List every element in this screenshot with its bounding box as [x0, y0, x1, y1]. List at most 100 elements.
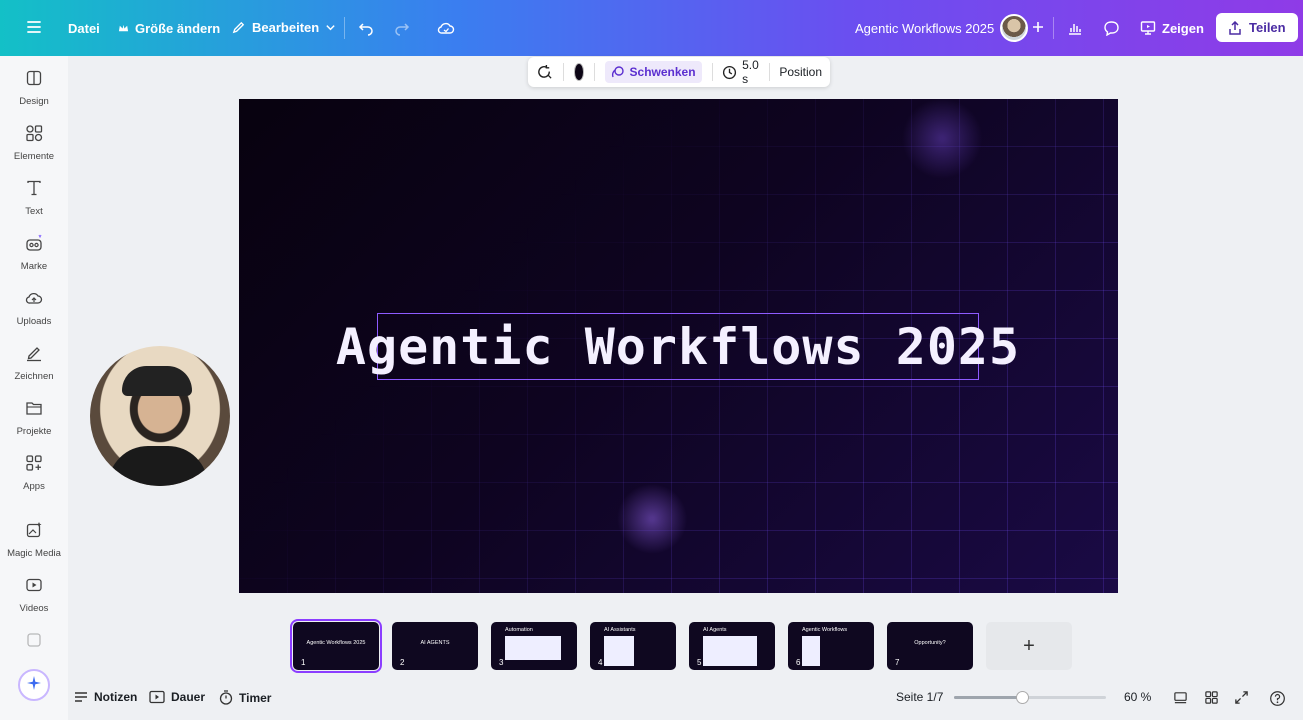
- undo-icon[interactable]: [358, 20, 374, 36]
- magic-media-icon: [25, 521, 43, 542]
- thumbnail-number: 4: [598, 658, 603, 667]
- animation-label: Schwenken: [629, 65, 696, 79]
- page-view-icon[interactable]: [1173, 690, 1188, 705]
- present-icon: [1140, 20, 1156, 36]
- share-button[interactable]: Teilen: [1216, 13, 1298, 42]
- sidebar-item-label: Magic Media: [7, 548, 61, 559]
- sidebar-item-label: Zeichnen: [14, 371, 54, 382]
- cloud-save-icon[interactable]: [437, 20, 455, 36]
- webcam-person-cap: [122, 366, 192, 396]
- animation-button[interactable]: Schwenken: [604, 61, 702, 83]
- sidebar-item-label: Projekte: [16, 426, 52, 437]
- duration-toggle-label: Dauer: [171, 690, 206, 704]
- ctx-divider: [563, 63, 564, 81]
- element-context-toolbar: Schwenken 5.0 s Position: [528, 57, 830, 87]
- thumbnail-preview: [505, 636, 561, 660]
- thumbnail-preview: [703, 636, 757, 666]
- thumbnail-title: Automation: [505, 627, 533, 633]
- slide-thumbnail[interactable]: Agentic Workflows 6: [788, 622, 874, 670]
- hamburger-icon[interactable]: [26, 19, 42, 35]
- thumbnail-number: 5: [697, 658, 702, 667]
- add-collaborator-icon[interactable]: [1031, 20, 1045, 34]
- brand-icon: [25, 234, 43, 255]
- project-title[interactable]: Agentic Workflows 2025: [855, 21, 994, 36]
- zoom-level[interactable]: 60 %: [1124, 690, 1151, 704]
- fullscreen-icon[interactable]: [1234, 690, 1249, 705]
- shapes-icon: [25, 124, 43, 145]
- duration-toggle-button[interactable]: Dauer: [149, 690, 205, 704]
- slide-thumbnail[interactable]: Agentic Workflows 2025 1: [290, 619, 382, 673]
- comment-icon[interactable]: [1103, 20, 1120, 36]
- avatar[interactable]: [1000, 14, 1028, 42]
- edit-mode-button[interactable]: Bearbeiten: [231, 20, 336, 35]
- slide-thumbnail[interactable]: AI Assistants 4: [590, 622, 676, 670]
- sidebar-item-label: Uploads: [16, 316, 52, 327]
- duration-button[interactable]: 5.0 s: [722, 58, 759, 86]
- page-indicator[interactable]: Seite 1/7: [896, 690, 943, 704]
- thumbnail-number: 7: [895, 658, 900, 667]
- apps-icon: [25, 454, 43, 475]
- sidebar-item-design[interactable]: Design: [0, 69, 68, 107]
- slide-thumbnail[interactable]: Automation 3: [491, 622, 577, 670]
- zoom-slider-fill: [954, 696, 1023, 699]
- sidebar-item-projects[interactable]: Projekte: [0, 399, 68, 437]
- sidebar-item-draw[interactable]: Zeichnen: [0, 344, 68, 382]
- slide-title[interactable]: Agentic Workflows 2025: [336, 318, 1020, 376]
- animation-icon: [611, 65, 625, 79]
- draw-icon: [25, 344, 43, 365]
- present-button[interactable]: Zeigen: [1140, 20, 1204, 36]
- help-icon[interactable]: [1269, 690, 1286, 707]
- resize-button[interactable]: Größe ändern: [118, 21, 220, 36]
- thumbnail-title: Opportunity?: [914, 640, 946, 646]
- thumbnail-title: Agentic Workflows: [802, 627, 848, 633]
- sidebar-item-uploads[interactable]: Uploads: [0, 289, 68, 327]
- sidebar-item-apps[interactable]: Apps: [0, 454, 68, 492]
- clock-icon: [722, 65, 737, 80]
- notes-button[interactable]: Notizen: [74, 690, 137, 704]
- sidebar-item-magic-media[interactable]: Magic Media: [0, 521, 68, 559]
- slide-thumbnail[interactable]: AI Agents 5: [689, 622, 775, 670]
- sidebar-item-brand[interactable]: Marke: [0, 234, 68, 272]
- timer-button[interactable]: Timer: [219, 690, 271, 705]
- grid-view-icon[interactable]: [1204, 690, 1219, 705]
- play-box-icon: [149, 690, 165, 704]
- sidebar-item-label: Apps: [23, 481, 45, 492]
- position-button[interactable]: Position: [779, 65, 822, 79]
- sidebar-item-text[interactable]: Text: [0, 179, 68, 217]
- slide-thumbnail[interactable]: Opportunity? 7: [887, 622, 973, 670]
- notes-icon: [74, 690, 88, 704]
- position-label: Position: [779, 65, 823, 79]
- slide-title-selection[interactable]: Agentic Workflows 2025: [336, 313, 1019, 380]
- slide-canvas[interactable]: Agentic Workflows 2025: [239, 99, 1118, 593]
- toolbar-divider: [344, 17, 345, 39]
- thumbnail-title: Agentic Workflows 2025: [306, 640, 366, 646]
- sidebar-item-elements[interactable]: Elemente: [0, 124, 68, 162]
- add-slide-button[interactable]: +: [986, 622, 1072, 670]
- insights-chart-icon[interactable]: [1067, 20, 1083, 36]
- sidebar-item-more[interactable]: [0, 631, 68, 652]
- crown-icon: [118, 23, 129, 34]
- edit-mode-label: Bearbeiten: [252, 20, 320, 35]
- replace-animation-icon[interactable]: [536, 64, 553, 81]
- redo-icon[interactable]: [394, 20, 410, 36]
- color-swatch[interactable]: [573, 63, 584, 81]
- pencil-icon: [231, 20, 246, 35]
- zoom-slider[interactable]: [954, 691, 1106, 704]
- bottom-bar: Notizen Dauer Timer Seite 1/7 60 %: [0, 680, 1303, 720]
- thumbnail-number: 6: [796, 658, 801, 667]
- slide-thumbnail[interactable]: AI AGENTS 2: [392, 622, 478, 670]
- sidebar-item-label: Videos: [19, 603, 49, 614]
- webcam-person-shirt: [108, 446, 208, 486]
- thumbnail-title: AI AGENTS: [420, 640, 450, 646]
- stopwatch-icon: [219, 690, 233, 705]
- timer-label: Timer: [239, 690, 272, 705]
- sidebar-item-label: Elemente: [13, 151, 55, 162]
- video-icon: [25, 576, 43, 597]
- webcam-overlay: [90, 346, 230, 486]
- sidebar-item-label: Text: [25, 206, 43, 217]
- file-menu-button[interactable]: Datei: [68, 21, 100, 36]
- sidebar-item-videos[interactable]: Videos: [0, 576, 68, 614]
- share-label: Teilen: [1249, 20, 1286, 35]
- file-menu-label: Datei: [68, 21, 100, 36]
- resize-label: Größe ändern: [135, 21, 221, 36]
